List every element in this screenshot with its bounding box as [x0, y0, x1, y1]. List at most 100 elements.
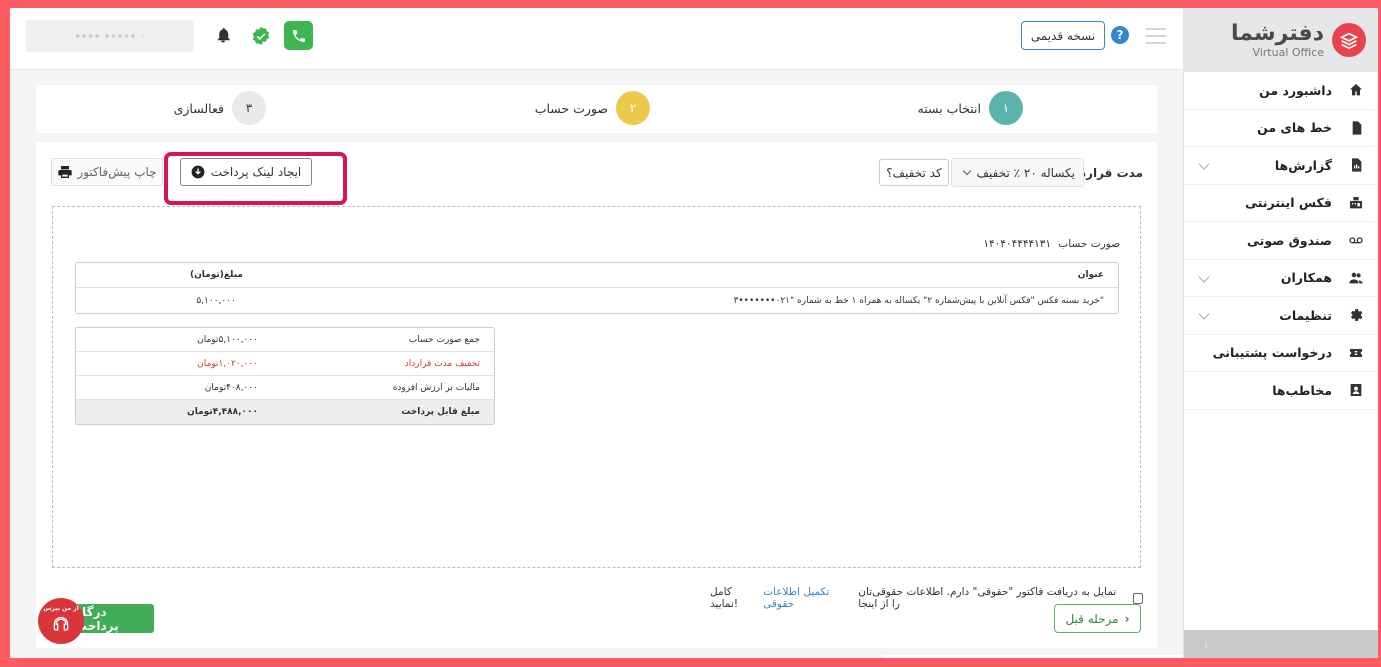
- sidebar-item-4[interactable]: فکس اینترنتی: [1184, 185, 1378, 222]
- brand-mark-icon: [1332, 23, 1366, 57]
- top-bar: •••• ••••• ۰ نسخه قدیمی ?: [10, 8, 1183, 70]
- create-payment-link-button[interactable]: ایجاد لینک پرداخت: [180, 158, 312, 186]
- chevron-right-icon: ›: [1204, 639, 1209, 652]
- previous-step-label: مرحله قبل: [1065, 611, 1119, 626]
- summary-value-text: ۴,۴۸۸,۰۰۰تومان: [187, 407, 258, 417]
- brand-logo[interactable]: دفترشما Virtual Office: [1184, 8, 1378, 72]
- invoice-items-table: عنوان مبلغ(تومان) خرید بسته فکس "فکس آنل…: [75, 262, 1119, 314]
- step-select-package: ۱ انتخاب بسته: [918, 91, 1023, 125]
- support-chat-button[interactable]: از من بپرس: [38, 598, 84, 644]
- payment-gateway-button[interactable]: درگاه پرداخت: [75, 604, 154, 633]
- verified-badge-icon: [251, 26, 271, 49]
- sidebar-item-label: تنظیمات: [1279, 307, 1332, 323]
- step-number: ۳: [232, 91, 266, 125]
- summary-value-text: ۴۰۸,۰۰۰تومان: [204, 382, 258, 393]
- bell-icon[interactable]: [214, 26, 232, 47]
- sidebar-item-9[interactable]: مخاطب‌ها: [1184, 372, 1378, 410]
- old-version-button[interactable]: نسخه قدیمی: [1021, 21, 1105, 50]
- chevron-down-icon: [1198, 158, 1210, 170]
- step-label: فعالسازی: [173, 100, 224, 116]
- table-row: خرید بسته فکس "فکس آنلاین با پیش‌شماره ۲…: [76, 288, 1118, 313]
- print-proforma-button[interactable]: چاپ پیش‌فاکتور: [51, 158, 163, 186]
- contract-duration-select[interactable]: یکساله ۲۰ ٪ تخفیف: [951, 158, 1084, 187]
- gear-icon: [1348, 307, 1364, 323]
- sidebar-item-8[interactable]: درخواست پشتیبانی: [1184, 335, 1378, 372]
- summary-row-total: مبلغ قابل پرداخت ۴,۴۸۸,۰۰۰تومان: [76, 400, 494, 424]
- summary-label: مالیات بر ارزش افزوده: [392, 382, 480, 393]
- sidebar-item-label: مخاطب‌ها: [1272, 382, 1332, 398]
- step-label: صورت حساب: [534, 100, 608, 116]
- table-header-row: عنوان مبلغ(تومان): [76, 263, 1118, 288]
- help-icon[interactable]: ?: [1111, 26, 1129, 44]
- previous-step-button[interactable]: › مرحله قبل: [1054, 604, 1141, 633]
- checkout-stepper: ۱ انتخاب بسته ۲ صورت حساب ۳ فعالسازی: [36, 85, 1157, 133]
- sidebar-item-1[interactable]: داشبورد من: [1184, 72, 1378, 110]
- chevron-down-icon: [962, 166, 972, 176]
- people-icon: [1348, 270, 1364, 286]
- discount-code-button[interactable]: کد تخفیف؟: [879, 159, 949, 186]
- sidebar-item-label: همکاران: [1280, 270, 1332, 286]
- account-number-field[interactable]: •••• ••••• ۰: [26, 20, 194, 52]
- summary-row-vat: مالیات بر ارزش افزوده ۴۰۸,۰۰۰تومان: [76, 376, 494, 400]
- phone-icon: [292, 29, 305, 42]
- sidebar: دفترشما Virtual Office داشبورد من خط های …: [1183, 8, 1378, 658]
- sidebar-item-3[interactable]: گزارش‌ها: [1184, 147, 1378, 185]
- chevron-right-icon: ›: [1124, 611, 1130, 626]
- summary-value: ۴,۴۸۸,۰۰۰تومان: [76, 407, 285, 417]
- column-header-title: عنوان: [1077, 270, 1104, 280]
- column-header-amount: مبلغ(تومان): [190, 270, 243, 280]
- summary-label: جمع صورت حساب: [408, 334, 480, 345]
- ticket-icon: [1348, 345, 1364, 361]
- divider: [882, 655, 1182, 658]
- step-number: ۱: [989, 91, 1023, 125]
- sidebar-item-label: صندوق صوتی: [1247, 232, 1332, 248]
- summary-label: تخفیف مدت قرارداد: [404, 358, 480, 369]
- sim-card-icon: [1348, 120, 1364, 136]
- summary-value: ۴۰۸,۰۰۰تومان: [76, 383, 285, 393]
- chevron-down-icon: [1198, 270, 1210, 283]
- chevron-down-icon: [1198, 308, 1210, 320]
- complete-legal-info-link[interactable]: تکمیل اطلاعات حقوقی: [763, 586, 852, 610]
- legal-invoice-checkbox[interactable]: [1133, 592, 1143, 604]
- brand-name: دفترشما: [1230, 20, 1324, 46]
- invoice-title: صورت حساب ۱۴۰۴۰۴۴۴۴۱۳۱: [983, 238, 1120, 250]
- app-frame: دفترشما Virtual Office داشبورد من خط های …: [10, 8, 1378, 658]
- brand-text: دفترشما Virtual Office: [1230, 20, 1324, 59]
- phone-button[interactable]: [284, 21, 313, 50]
- headset-icon: [53, 616, 69, 631]
- summary-value-text: ۵,۱۰۰,۰۰۰تومان: [197, 334, 258, 345]
- sidebar-item-label: گزارش‌ها: [1274, 157, 1332, 173]
- support-label: از من بپرس: [43, 605, 79, 612]
- payment-link-label: ایجاد لینک پرداخت: [210, 165, 302, 179]
- home-icon: [1348, 82, 1364, 98]
- fax-icon: [1348, 195, 1364, 211]
- step-label: انتخاب بسته: [917, 100, 981, 116]
- summary-value: ۵,۱۰۰,۰۰۰تومان: [76, 335, 285, 345]
- summary-value-text: ۱,۰۲۰,۰۰۰تومان: [197, 358, 258, 369]
- summary-value: ۱,۰۲۰,۰۰۰تومان: [76, 359, 285, 369]
- sidebar-item-2[interactable]: خط های من: [1184, 110, 1378, 147]
- report-icon: [1348, 157, 1364, 173]
- sidebar-item-5[interactable]: صندوق صوتی: [1184, 222, 1378, 260]
- summary-row-subtotal: جمع صورت حساب ۵,۱۰۰,۰۰۰تومان: [76, 328, 494, 352]
- voicemail-icon: [1348, 232, 1364, 248]
- item-title: خرید بسته فکس "فکس آنلاین با پیش‌شماره ۲…: [733, 295, 1104, 306]
- sidebar-item-6[interactable]: همکاران: [1184, 260, 1378, 297]
- step-invoice: ۲ صورت حساب: [535, 91, 650, 125]
- contact-card-icon: [1348, 382, 1364, 398]
- print-label: چاپ پیش‌فاکتور: [77, 165, 157, 179]
- item-amount: ۵,۱۰۰,۰۰۰: [196, 295, 236, 306]
- step-number: ۲: [616, 91, 650, 125]
- sidebar-item-7[interactable]: تنظیمات: [1184, 297, 1378, 335]
- sidebar-collapse-bar[interactable]: ›: [1184, 630, 1378, 658]
- sidebar-nav: داشبورد من خط های من گزارش‌ها فکس اینترنتی ص…: [1184, 72, 1378, 410]
- printer-icon: [58, 166, 73, 178]
- sidebar-item-label: داشبورد من: [1259, 82, 1332, 98]
- sidebar-item-label: درخواست پشتیبانی: [1212, 345, 1332, 361]
- brand-subtitle: Virtual Office: [1252, 45, 1324, 59]
- hamburger-menu-icon[interactable]: [1146, 28, 1166, 49]
- sidebar-item-label: خط های من: [1257, 120, 1332, 136]
- sidebar-item-label: فکس اینترنتی: [1245, 195, 1332, 211]
- invoice-title-label: صورت حساب: [1058, 238, 1120, 250]
- summary-row-discount: تخفیف مدت قرارداد ۱,۰۲۰,۰۰۰تومان: [76, 352, 494, 376]
